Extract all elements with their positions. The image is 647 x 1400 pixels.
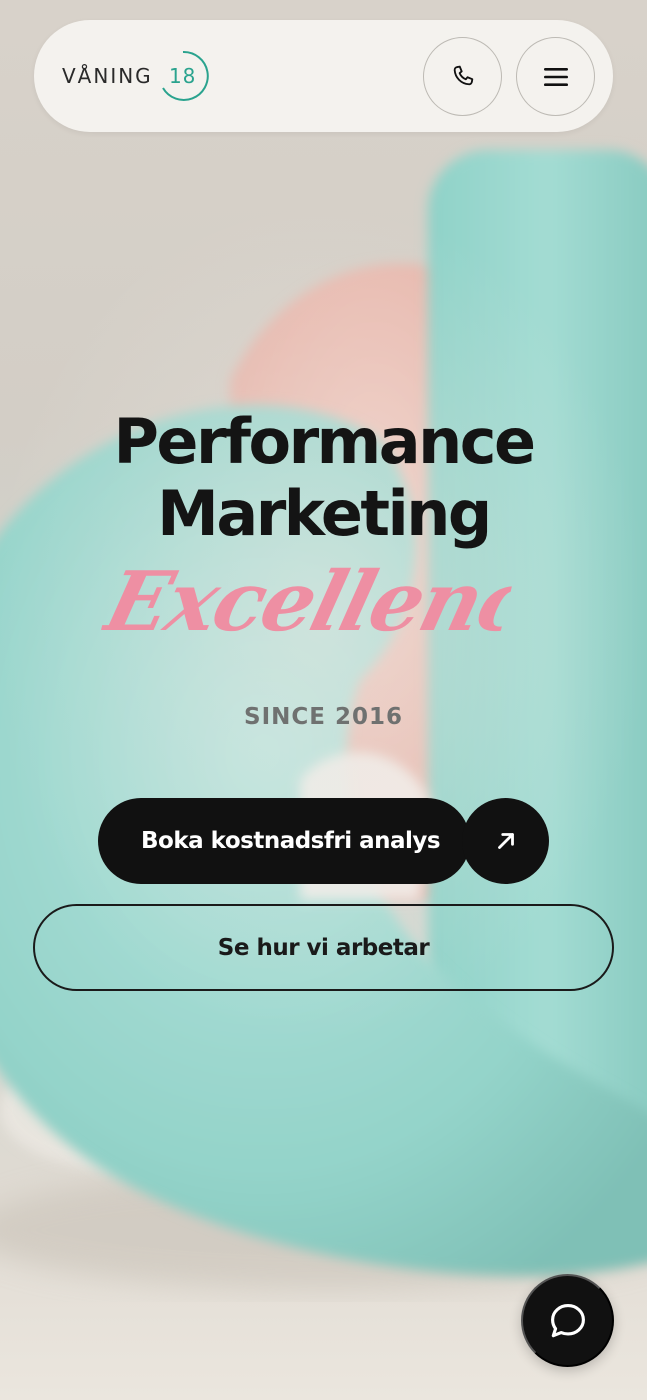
- logo[interactable]: VÅNING 18: [62, 50, 209, 102]
- hero-title: Performance Marketing: [0, 406, 647, 550]
- book-analysis-label: Boka kostnadsfri analys: [141, 828, 441, 854]
- hero-title-line-2: Marketing: [157, 477, 492, 550]
- book-analysis-button[interactable]: Boka kostnadsfri analys: [98, 798, 470, 884]
- logo-wordmark: VÅNING: [62, 64, 153, 88]
- hero-background: [0, 0, 647, 1400]
- phone-icon: [453, 65, 473, 85]
- book-analysis-arrow-button[interactable]: [462, 798, 549, 884]
- chat-bubble-icon: [550, 1303, 585, 1337]
- how-we-work-button[interactable]: Se hur vi arbetar: [33, 904, 614, 991]
- phone-button[interactable]: [423, 37, 502, 116]
- top-navigation-bar: VÅNING 18: [34, 20, 613, 132]
- menu-button[interactable]: [516, 37, 595, 116]
- since-label: SINCE 2016: [244, 704, 403, 730]
- hamburger-menu-icon: [543, 67, 568, 86]
- chat-button[interactable]: [521, 1274, 614, 1367]
- logo-number-badge: 18: [157, 50, 209, 102]
- how-we-work-label: Se hur vi arbetar: [217, 934, 430, 961]
- arrow-up-right-icon: [497, 833, 514, 849]
- hero-title-line-1: Performance: [113, 405, 536, 478]
- logo-ring-icon: [161, 50, 209, 101]
- hero-script-word: Excellenc: [96, 554, 521, 650]
